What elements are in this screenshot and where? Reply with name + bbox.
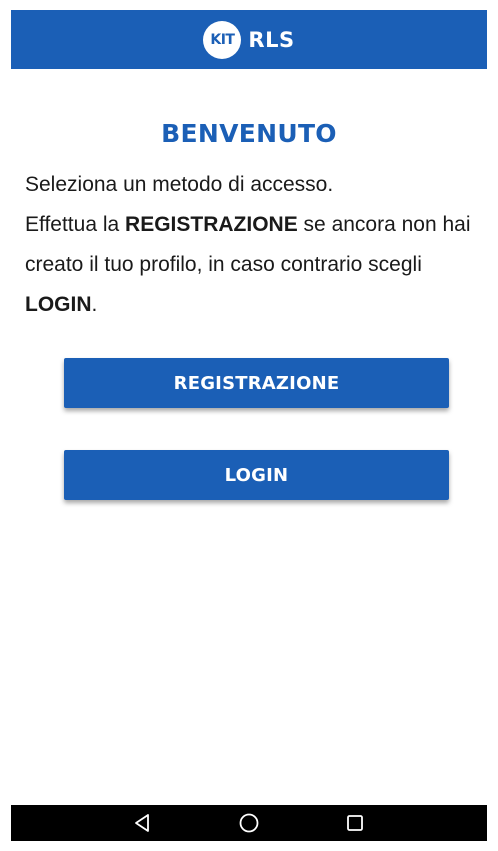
recents-icon[interactable] [342, 810, 368, 836]
back-icon[interactable] [130, 810, 156, 836]
app-header: KIT RLS [11, 10, 487, 69]
login-button[interactable]: LOGIN [64, 450, 449, 500]
register-button[interactable]: REGISTRAZIONE [64, 358, 449, 408]
system-navigation-bar [11, 805, 487, 841]
intro-bold-login: LOGIN [25, 293, 92, 316]
app-screen: KIT RLS BENVENUTO Seleziona un metodo di… [11, 10, 487, 841]
intro-bold-registration: REGISTRAZIONE [125, 213, 298, 236]
logo-badge: KIT [203, 20, 242, 59]
app-logo: KIT RLS [203, 20, 295, 59]
intro-paragraph: Effettua la REGISTRAZIONE se ancora non … [25, 205, 475, 325]
intro-part-3: . [91, 293, 98, 316]
logo-text: RLS [248, 27, 295, 52]
page-title: BENVENUTO [161, 118, 337, 148]
home-icon[interactable] [236, 810, 262, 836]
intro-line-1: Seleziona un metodo di accesso. [25, 173, 334, 196]
intro-part-1: Effettua la [25, 213, 126, 236]
intro-text: Seleziona un metodo di accesso. Effettua… [25, 165, 475, 325]
